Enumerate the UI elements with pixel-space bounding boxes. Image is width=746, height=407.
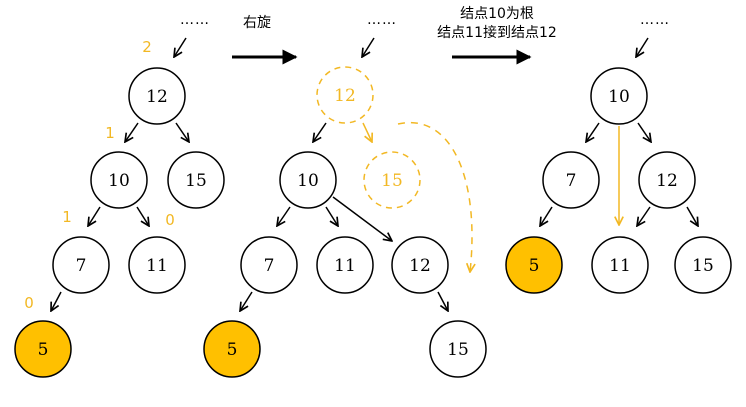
step2-label-line2: 结点11接到结点12 <box>437 24 557 41</box>
edge-root-pointer <box>362 37 375 57</box>
edge-10-7 <box>277 206 291 226</box>
edge-7-5 <box>51 291 62 311</box>
tree-node: 15 <box>674 236 732 294</box>
tree-node: 15 <box>429 320 487 378</box>
edge-10-11 <box>136 206 149 226</box>
annotations: …… …… …… 右旋 结点10为根 结点11接到结点12 <box>180 6 670 41</box>
edge-7-5 <box>540 206 553 226</box>
tree-node: 5 <box>505 236 563 294</box>
node-key: 12 <box>656 171 678 191</box>
edge-12-15 <box>437 291 448 311</box>
tree-node: 10 <box>279 151 337 209</box>
balance-factor: 0 <box>165 211 175 229</box>
edge-ghost12-10 <box>313 122 327 142</box>
edge-10-7 <box>88 206 101 226</box>
tree-node: 11 <box>128 236 186 294</box>
balance-factor: 0 <box>24 294 34 312</box>
tree-node: 5 <box>203 320 261 378</box>
node-key: 10 <box>297 171 319 191</box>
node-key: 5 <box>227 340 238 360</box>
node-key: 11 <box>334 256 356 276</box>
node-key: 12 <box>409 256 431 276</box>
tree-node: 12 <box>316 66 374 124</box>
edge-10-12 <box>637 122 651 142</box>
node-key: 15 <box>381 171 403 191</box>
edge-7-5 <box>240 291 253 311</box>
node-key: 5 <box>529 256 540 276</box>
tree-node: 7 <box>240 236 298 294</box>
node-key: 15 <box>447 340 469 360</box>
node-key: 11 <box>609 256 631 276</box>
tree-node: 12 <box>638 151 696 209</box>
edge-root-pointer <box>174 37 187 57</box>
node-key: 11 <box>146 256 168 276</box>
edge-12-11 <box>637 206 651 226</box>
node-key: 12 <box>146 87 168 107</box>
ellipsis-middle: …… <box>367 12 397 28</box>
tree-node: 5 <box>14 320 72 378</box>
edge-root-pointer <box>636 37 649 57</box>
node-key: 10 <box>108 171 130 191</box>
edge-ghost12-15 <box>362 122 372 142</box>
tree-node: 10 <box>590 67 648 125</box>
avl-right-rotation-diagram: 12 2 10 1 15 7 1 11 0 5 0 12 15 10 7 11 12 5 15 10 7 12 5 11 15 … <box>0 0 746 407</box>
edge-12-10 <box>125 122 139 142</box>
ellipsis-right: …… <box>640 12 670 28</box>
rotate-right-label: 右旋 <box>243 15 271 31</box>
node-key: 5 <box>38 340 49 360</box>
node-key: 12 <box>334 86 356 106</box>
diagram-canvas: 1221011571110501215107 11 125 15107 125 11 15 … <box>14 6 732 378</box>
node-key: 15 <box>692 256 714 276</box>
edge-12-15 <box>686 206 698 226</box>
node-key: 7 <box>264 256 275 276</box>
tree-node: 11 <box>316 236 374 294</box>
edge-10-7 <box>586 122 600 142</box>
node-key: 15 <box>185 171 207 191</box>
tree-node: 7 <box>542 151 600 209</box>
balance-factor: 1 <box>62 208 72 226</box>
step2-label-line1: 结点10为根 <box>460 6 534 22</box>
node-key: 10 <box>608 87 630 107</box>
ellipsis-left: …… <box>180 12 210 28</box>
tree-node: 11 <box>591 236 649 294</box>
nodes: 1221011571110501215107 11 125 15107 125 11 15 <box>14 38 732 378</box>
tree-node: 15 <box>167 151 225 209</box>
tree-node: 12 <box>391 236 449 294</box>
tree-node: 15 <box>363 151 421 209</box>
tree-node: 7 <box>52 236 110 294</box>
balance-factor: 2 <box>142 38 152 56</box>
node-key: 7 <box>76 256 87 276</box>
node-key: 7 <box>566 171 577 191</box>
tree-node: 12 <box>128 67 186 125</box>
edge-12-15 <box>175 122 189 142</box>
tree-node: 10 <box>90 151 148 209</box>
edge-10-11 <box>325 206 338 226</box>
balance-factor: 1 <box>105 124 115 142</box>
